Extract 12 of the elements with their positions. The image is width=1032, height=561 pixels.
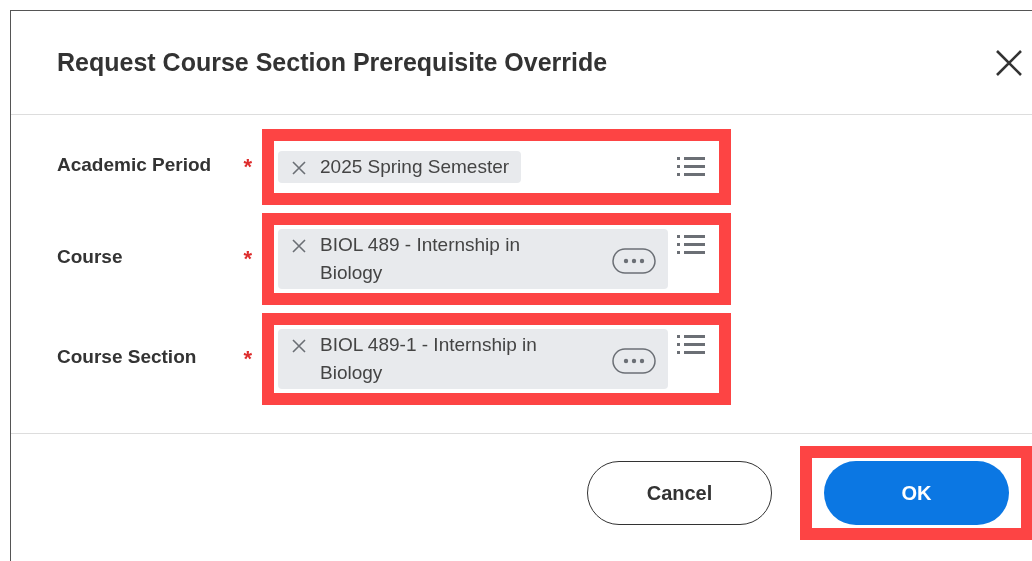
required-asterisk: * <box>243 154 252 180</box>
selected-value-pill[interactable]: 2025 Spring Semester <box>278 151 522 183</box>
field-label: Academic Period <box>57 154 212 177</box>
required-asterisk: * <box>243 346 252 372</box>
cancel-button[interactable]: Cancel <box>587 461 772 525</box>
field-label: Course Section <box>57 346 197 369</box>
ok-button[interactable]: OK <box>824 461 1009 525</box>
required-asterisk: * <box>243 246 252 272</box>
dialog-title: Request Course Section Prerequisite Override <box>57 48 609 77</box>
selected-value-pill[interactable]: BIOL 489-1 - Internship in Biology <box>278 329 668 389</box>
field-label: Course <box>57 246 123 269</box>
selected-value-pill[interactable]: BIOL 489 - Internship in Biology <box>278 229 668 289</box>
